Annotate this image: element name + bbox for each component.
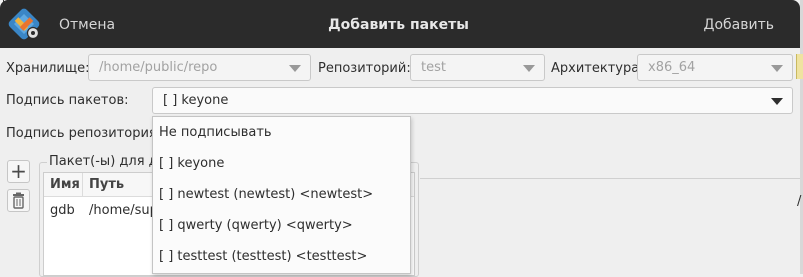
right-panel-fragment — [420, 178, 800, 274]
dropdown-arrow-icon — [771, 65, 783, 72]
storage-value: /home/public/repo — [99, 60, 218, 75]
dropdown-option[interactable]: [ ] keyone — [159, 153, 224, 175]
package-signature-select[interactable]: [ ] keyone — [152, 87, 793, 114]
signature-dropdown-popup[interactable]: Не подписывать [ ] keyone [ ] newtest (n… — [152, 116, 411, 274]
dropdown-arrow-icon — [523, 65, 535, 72]
storage-select[interactable]: /home/public/repo — [88, 54, 311, 81]
add-package-button[interactable]: + — [7, 160, 30, 183]
repository-value: test — [421, 60, 446, 75]
table-cell-name[interactable]: gdb — [44, 199, 75, 223]
dropdown-option[interactable]: Не подписывать — [159, 122, 272, 144]
repository-select[interactable]: test — [410, 54, 545, 81]
window-title: Добавить пакеты — [328, 17, 469, 33]
background-window-highlight — [796, 54, 803, 79]
table-cell-path[interactable]: /home/sup — [83, 199, 158, 223]
column-header-name[interactable]: Имя — [44, 173, 83, 197]
dropdown-arrow-icon — [771, 98, 783, 105]
packages-group-title: Пакет(-ы) для до — [47, 154, 168, 169]
repository-label: Репозиторий: — [318, 61, 411, 76]
dropdown-arrow-icon — [289, 65, 301, 72]
dropdown-option[interactable]: [ ] newtest (newtest) <newtest> — [159, 184, 373, 206]
architecture-label: Архитектура: — [551, 61, 644, 76]
remove-package-button[interactable] — [7, 189, 30, 212]
right-edge-text: / — [797, 194, 802, 209]
plus-icon: + — [10, 159, 27, 183]
storage-label: Хранилище: — [6, 61, 90, 76]
architecture-select[interactable]: x86_64 — [637, 54, 793, 81]
dropdown-option[interactable]: [ ] testtest (testtest) <testtest> — [159, 246, 367, 268]
repo-signature-label: Подпись репозитория: — [6, 126, 162, 141]
package-signature-label: Подпись пакетов: — [6, 93, 129, 108]
trash-icon — [13, 192, 24, 209]
architecture-value: x86_64 — [648, 60, 696, 75]
dropdown-option[interactable]: [ ] qwerty (qwerty) <qwerty> — [159, 215, 353, 237]
add-button[interactable]: Добавить — [704, 17, 774, 33]
package-signature-value: [ ] keyone — [163, 93, 229, 108]
header-bar: Отмена Добавить пакеты Добавить — [0, 0, 800, 48]
